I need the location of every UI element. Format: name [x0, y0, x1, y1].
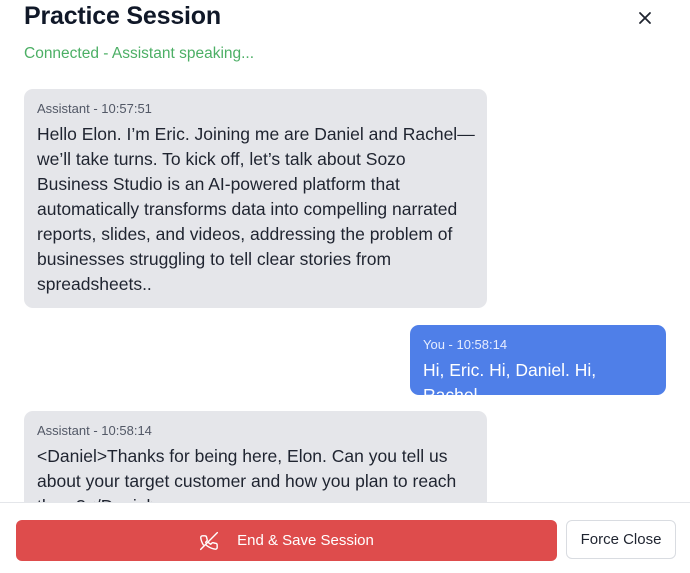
phone-off-icon	[199, 531, 219, 551]
close-icon	[639, 12, 651, 24]
assistant-message: Assistant - 10:58:14 <Daniel>Thanks for …	[24, 411, 487, 502]
message-meta: You - 10:58:14	[423, 337, 508, 352]
assistant-message: Assistant - 10:57:51 Hello Elon. I’m Eri…	[24, 89, 487, 308]
message-meta: Assistant - 10:58:14	[37, 423, 152, 438]
user-message: You - 10:58:14 Hi, Eric. Hi, Daniel. Hi,…	[410, 325, 666, 405]
footer-divider	[0, 502, 690, 503]
close-button[interactable]	[633, 6, 657, 30]
message-meta: Assistant - 10:57:51	[37, 101, 152, 116]
end-save-session-button[interactable]: End & Save Session	[16, 520, 557, 561]
message-text: <Daniel>Thanks for being here, Elon. Can…	[37, 446, 457, 502]
message-text: Hi, Eric. Hi, Daniel. Hi, Rachel.	[423, 360, 597, 405]
message-text: Hello Elon. I’m Eric. Joining me are Dan…	[37, 124, 475, 294]
practice-session-panel: Practice Session Connected - Assistant s…	[0, 0, 690, 573]
force-close-button[interactable]: Force Close	[566, 520, 676, 559]
end-save-session-label: End & Save Session	[237, 532, 374, 549]
chat-transcript[interactable]: Assistant - 10:57:51 Hello Elon. I’m Eri…	[0, 78, 690, 502]
connection-status: Connected - Assistant speaking...	[24, 45, 255, 62]
page-title: Practice Session	[24, 2, 221, 30]
